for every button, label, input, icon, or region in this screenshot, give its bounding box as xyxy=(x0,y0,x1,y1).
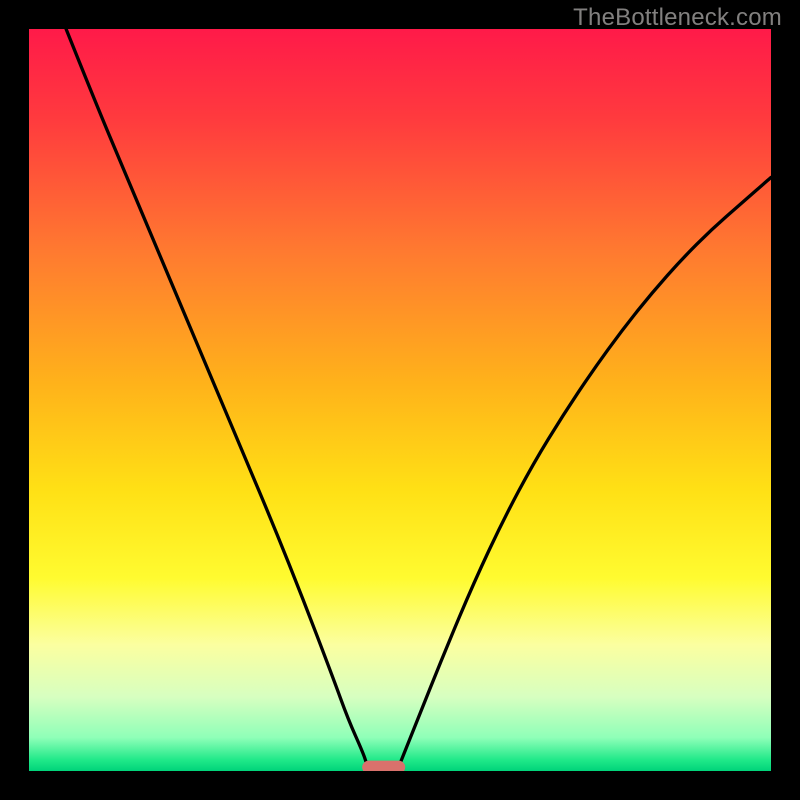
watermark-text: TheBottleneck.com xyxy=(573,4,782,32)
chart-container: TheBottleneck.com xyxy=(0,0,800,800)
optimum-marker xyxy=(362,761,405,771)
chart-marker xyxy=(362,761,405,771)
chart-background xyxy=(29,29,771,771)
chart-svg xyxy=(29,29,771,771)
